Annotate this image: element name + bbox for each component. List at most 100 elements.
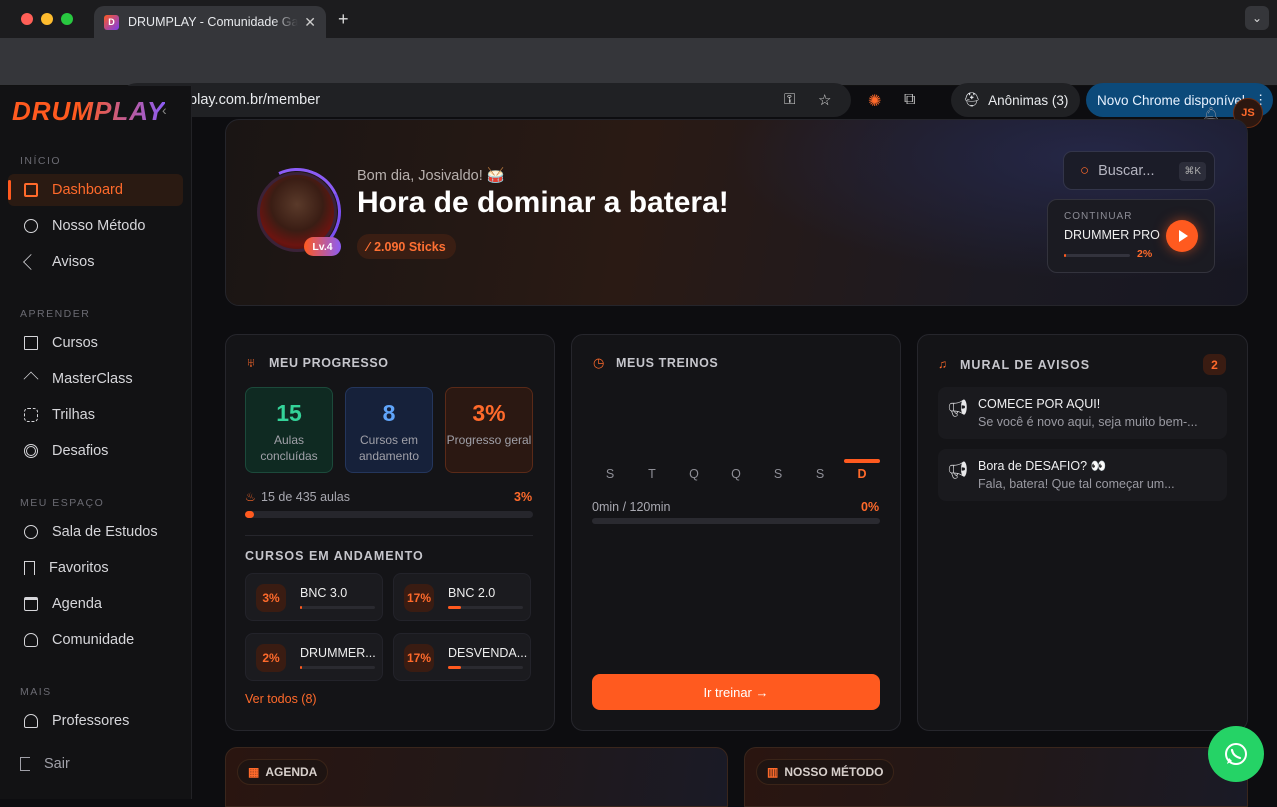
new-tab-icon[interactable]: + bbox=[338, 9, 349, 30]
close-window-button[interactable] bbox=[21, 13, 33, 25]
course-progress-fill bbox=[300, 606, 303, 609]
sidebar-item-comunidade[interactable]: Comunidade bbox=[8, 624, 183, 656]
stat-value: 3% bbox=[472, 400, 506, 426]
trophy-icon: ♅ bbox=[246, 355, 256, 370]
course-item[interactable]: 17% DESVENDA... bbox=[393, 633, 531, 681]
stat-overall: 3% Progresso geral bbox=[445, 387, 533, 473]
day-label: Q bbox=[689, 467, 699, 481]
notice-item[interactable]: 📢︎ COMECE POR AQUI! Se você é novo aqui, s… bbox=[938, 387, 1227, 439]
overall-progress-fill bbox=[245, 511, 254, 518]
continue-course: DRUMMER PRO bbox=[1064, 228, 1160, 242]
day-label: Q bbox=[731, 467, 741, 481]
agenda-tag: ▦ AGENDA bbox=[237, 759, 329, 785]
course-name: BNC 3.0 bbox=[300, 586, 348, 600]
extensions-puzzle-icon[interactable]: ⧉ bbox=[904, 91, 915, 109]
continue-progress-bar bbox=[1064, 254, 1130, 257]
sidebar-item-label: Dashboard bbox=[52, 182, 123, 198]
bookmark-star-icon[interactable]: ☆ bbox=[818, 91, 831, 109]
sidebar-item-desafios[interactable]: Desafios bbox=[8, 435, 183, 467]
day-label-today: D bbox=[857, 467, 867, 481]
agenda-label: AGENDA bbox=[265, 765, 318, 779]
logout-label: Sair bbox=[44, 756, 70, 772]
sidebar-item-avisos[interactable]: Avisos bbox=[8, 246, 183, 278]
sidebar-item-professores[interactable]: Professores bbox=[8, 705, 183, 737]
course-progress-fill bbox=[448, 606, 461, 609]
notice-title: Bora de DESAFIO? 👀 bbox=[978, 459, 1107, 473]
notices-count-badge: 2 bbox=[1203, 354, 1226, 375]
day-label: S bbox=[815, 467, 825, 481]
update-label: Novo Chrome disponível bbox=[1097, 92, 1245, 108]
whatsapp-button[interactable] bbox=[1208, 726, 1264, 782]
sidebar-item-masterclass[interactable]: MasterClass bbox=[8, 363, 183, 395]
training-time: 0min / 120min bbox=[592, 500, 671, 514]
browser-chrome: D DRUMPLAY - Comunidade Ga ✕ + ⌄ ← → ↻ ⚙… bbox=[0, 0, 1277, 117]
target-icon bbox=[24, 444, 38, 458]
address-bar[interactable]: ⚙ drumplay.com.br/member ⚿ ☆ bbox=[120, 83, 851, 117]
sidebar-item-dashboard[interactable]: Dashboard bbox=[8, 174, 183, 206]
stat-label: Aulas concluídas bbox=[260, 433, 318, 463]
logout-icon bbox=[20, 757, 30, 771]
tab-title: DRUMPLAY - Comunidade Ga bbox=[128, 15, 299, 29]
sidebar-item-label: Desafios bbox=[52, 443, 109, 459]
users-icon bbox=[24, 633, 38, 647]
course-name: DESVENDA... bbox=[448, 646, 528, 660]
course-item[interactable]: 17% BNC 2.0 bbox=[393, 573, 531, 621]
favicon: D bbox=[104, 14, 119, 30]
notice-item[interactable]: 📢︎ Bora de DESAFIO? 👀 Fala, batera! Que ta… bbox=[938, 449, 1227, 501]
fire-icon: ♨ bbox=[245, 490, 256, 504]
sidebar-item-cursos[interactable]: Cursos bbox=[8, 327, 183, 359]
play-button[interactable] bbox=[1166, 220, 1198, 252]
overall-progress-bar bbox=[245, 511, 533, 518]
course-item[interactable]: 3% BNC 3.0 bbox=[245, 573, 383, 621]
tab-search-icon[interactable]: ⌄ bbox=[1245, 6, 1269, 30]
sidebar-item-trilhas[interactable]: Trilhas bbox=[8, 399, 183, 431]
incognito-indicator[interactable]: ⛑ Anônimas (3) bbox=[951, 83, 1081, 117]
section-meu-espaco: MEU ESPAÇO bbox=[20, 497, 105, 509]
minimize-window-button[interactable] bbox=[41, 13, 53, 25]
bookmark-icon bbox=[24, 561, 35, 575]
course-item[interactable]: 2% DRUMMER... bbox=[245, 633, 383, 681]
sidebar-item-nosso-metodo[interactable]: Nosso Método bbox=[8, 210, 183, 242]
page-title: Hora de dominar a batera! bbox=[357, 186, 729, 219]
day-label: T bbox=[648, 467, 656, 481]
route-icon bbox=[24, 408, 38, 422]
search-input[interactable]: ○ Buscar... ⌘K bbox=[1063, 151, 1215, 190]
maximize-window-button[interactable] bbox=[61, 13, 73, 25]
sidebar-item-sala-de-estudos[interactable]: Sala de Estudos bbox=[8, 516, 183, 548]
tab-bar: D DRUMPLAY - Comunidade Ga ✕ + ⌄ bbox=[0, 0, 1277, 38]
browser-tab[interactable]: D DRUMPLAY - Comunidade Ga ✕ bbox=[94, 6, 326, 38]
stat-courses: 8 Cursos em andamento bbox=[345, 387, 433, 473]
sidebar-item-label: Cursos bbox=[52, 335, 98, 351]
course-percent: 17% bbox=[404, 584, 434, 612]
see-all-link[interactable]: Ver todos (8) bbox=[245, 692, 317, 706]
search-icon: ○ bbox=[1080, 162, 1090, 179]
sidebar-item-label: MasterClass bbox=[52, 371, 133, 387]
continue-card[interactable]: CONTINUAR DRUMMER PRO 2% bbox=[1047, 199, 1215, 273]
stopwatch-icon: ◷ bbox=[593, 355, 605, 370]
key-icon[interactable]: ⚿ bbox=[784, 91, 795, 108]
day-label: S bbox=[773, 467, 783, 481]
close-tab-icon[interactable]: ✕ bbox=[304, 14, 316, 31]
sidebar-item-label: Comunidade bbox=[52, 632, 135, 648]
calendar-icon: ▦ bbox=[248, 765, 260, 779]
sidebar-item-label: Favoritos bbox=[49, 560, 109, 576]
courses-title: CURSOS EM ANDAMENTO bbox=[245, 549, 424, 563]
course-percent: 17% bbox=[404, 644, 434, 672]
sidebar-item-favoritos[interactable]: Favoritos bbox=[8, 552, 183, 584]
training-percent: 0% bbox=[861, 500, 880, 514]
training-title: MEUS TREINOS bbox=[616, 356, 719, 370]
notice-text: Se você é novo aqui, seja muito bem-... bbox=[978, 415, 1198, 429]
sidebar-item-agenda[interactable]: Agenda bbox=[8, 588, 183, 620]
megaphone-icon bbox=[23, 254, 39, 270]
course-percent: 2% bbox=[256, 644, 286, 672]
book-icon: ▥ bbox=[767, 765, 779, 779]
logout-button[interactable]: Sair bbox=[4, 748, 179, 780]
stat-value: 8 bbox=[382, 400, 396, 426]
train-button[interactable]: Ir treinar → bbox=[592, 674, 880, 710]
extension-icon[interactable]: ✺ bbox=[868, 91, 881, 111]
notice-title: COMECE POR AQUI! bbox=[978, 397, 1101, 411]
collapse-sidebar-icon[interactable]: ‹ bbox=[162, 102, 167, 118]
stat-label: Progresso geral bbox=[446, 433, 532, 447]
compass-icon bbox=[24, 219, 38, 233]
logo[interactable]: DRUMPLAY bbox=[12, 96, 165, 127]
